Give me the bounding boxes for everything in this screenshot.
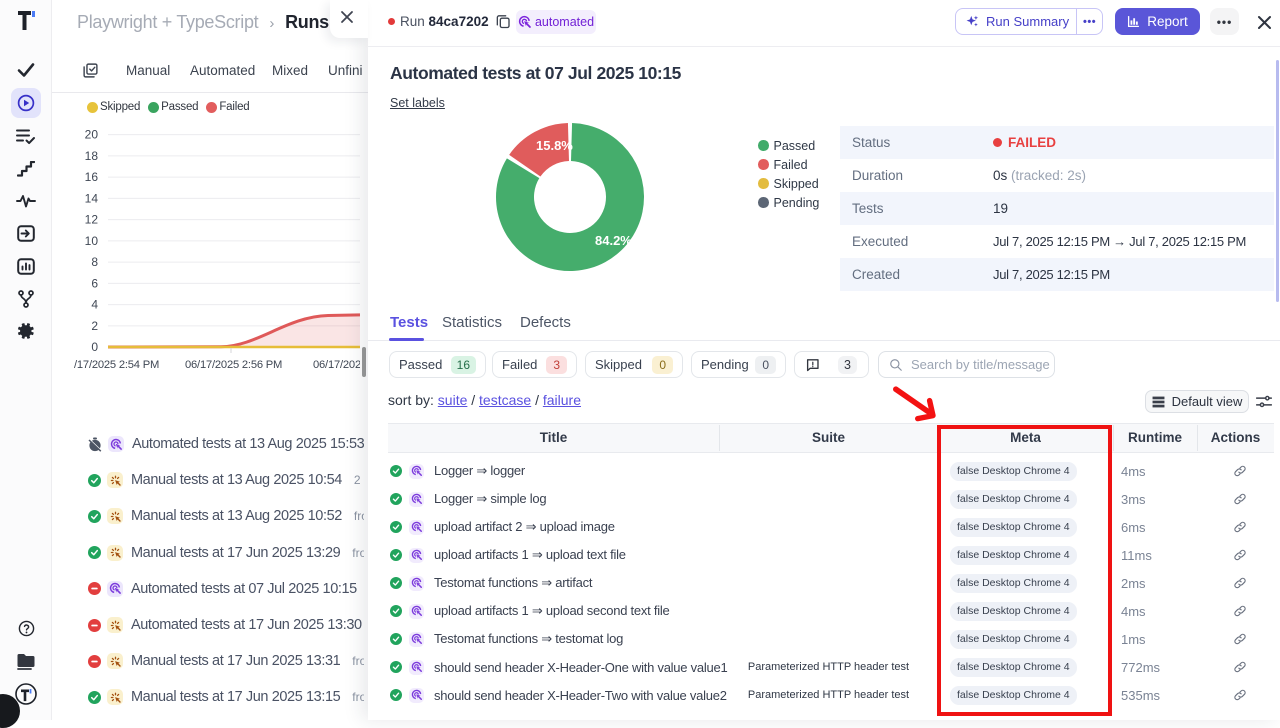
svg-text:14: 14 (85, 191, 99, 205)
svg-text:8: 8 (91, 255, 98, 269)
svg-text:15.8%: 15.8% (536, 138, 573, 153)
svg-text:84.2%: 84.2% (595, 233, 632, 248)
svg-text:20: 20 (85, 128, 99, 142)
svg-text:10: 10 (85, 234, 99, 248)
svg-text:16: 16 (85, 170, 99, 184)
svg-text:18: 18 (85, 149, 99, 163)
svg-text:06/17/2025 2:56 PM: 06/17/2025 2:56 PM (185, 359, 282, 371)
svg-text:12: 12 (85, 213, 99, 227)
svg-text:/17/2025 2:54 PM: /17/2025 2:54 PM (74, 359, 159, 371)
svg-text:2: 2 (91, 319, 98, 333)
svg-text:0: 0 (91, 340, 98, 354)
svg-text:4: 4 (91, 298, 98, 312)
svg-text:06/17/2025: 06/17/2025 (313, 359, 360, 371)
svg-text:6: 6 (91, 276, 98, 290)
